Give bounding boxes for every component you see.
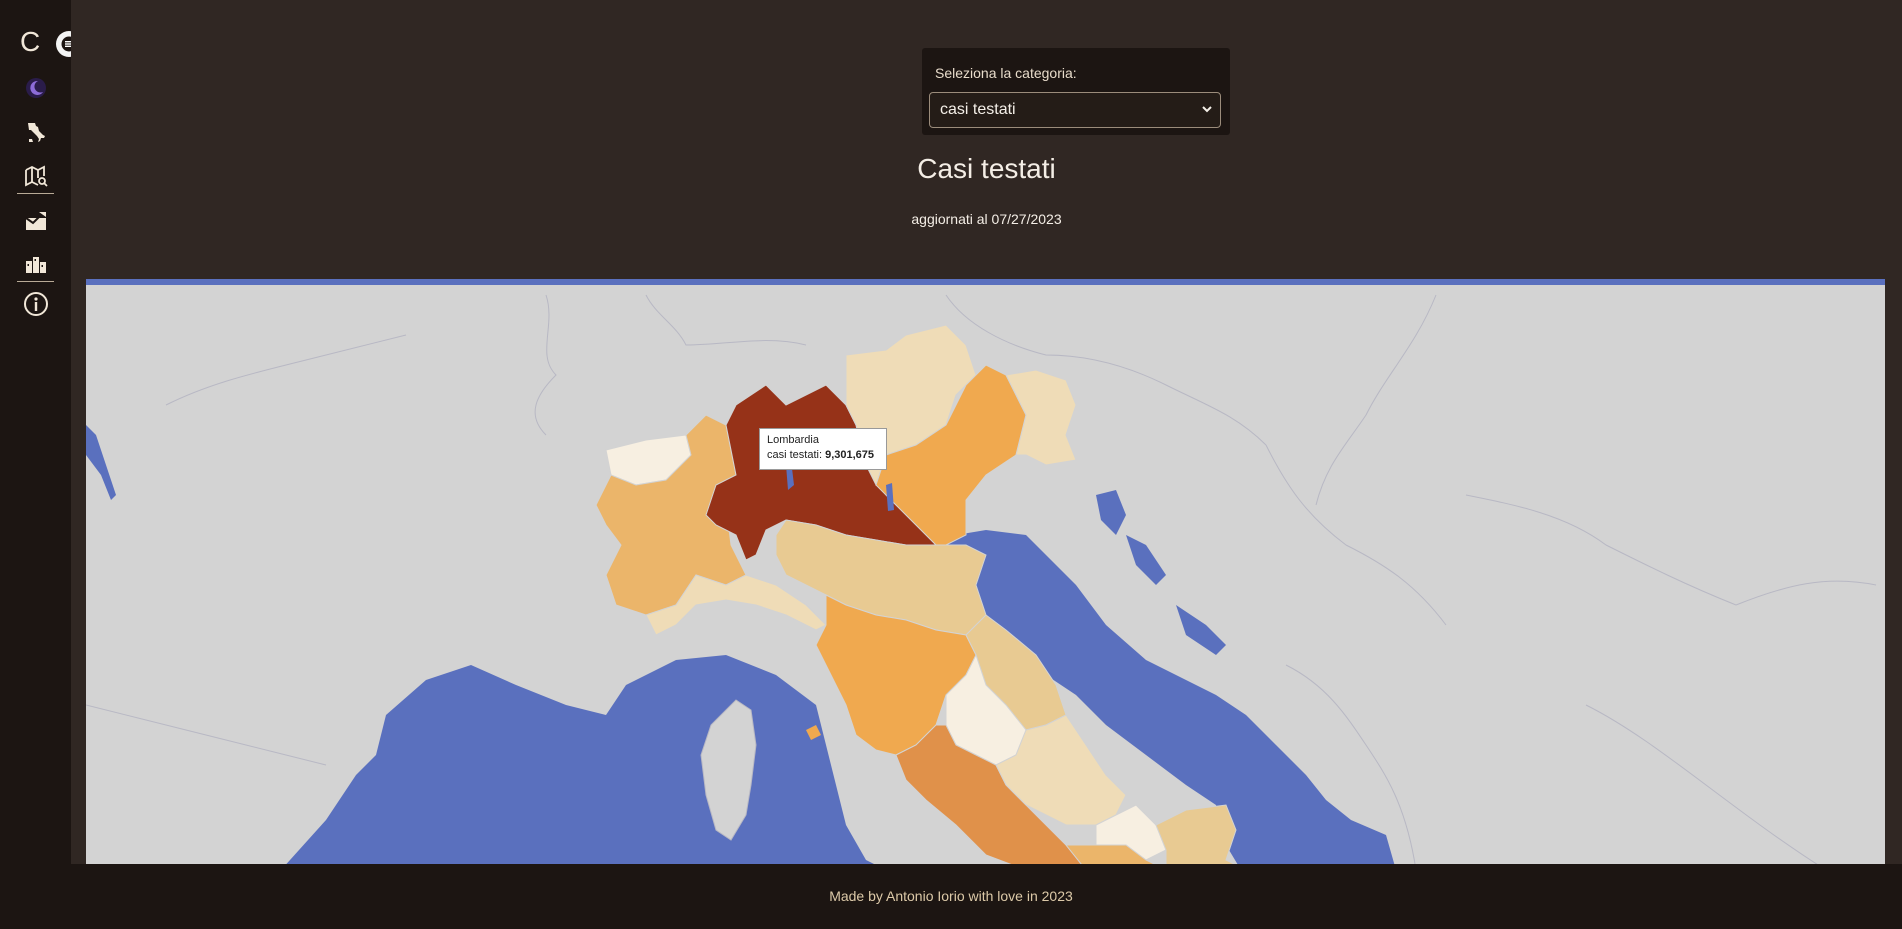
sidebar-item-italy[interactable] [0, 120, 71, 146]
factory-icon [24, 211, 47, 230]
theme-moon-icon [25, 78, 46, 98]
sidebar-item-cities[interactable] [0, 251, 71, 277]
info-icon [23, 292, 48, 316]
footer: Made by Antonio Iorio with love in 2023 [0, 864, 1902, 929]
header-background [71, 0, 1902, 280]
sidebar-item-map[interactable] [0, 163, 71, 189]
map-svg[interactable] [86, 285, 1885, 870]
sidebar-item-provinces[interactable] [0, 208, 71, 234]
category-selector-panel: Seleziona la categoria: casi testati [922, 48, 1230, 135]
footer-text: Made by Antonio Iorio with love in 2023 [829, 888, 1073, 904]
brand-logo[interactable]: C [20, 24, 50, 60]
page-title: Casi testati [917, 153, 1056, 184]
italy-icon [27, 123, 45, 142]
tooltip-metric: casi testati: 9,301,675 [767, 448, 879, 463]
map-search-icon [24, 165, 48, 187]
sidebar: C [0, 0, 82, 864]
sidebar-divider [17, 193, 54, 194]
sidebar-item-info[interactable] [0, 290, 71, 318]
chevron-down-icon [1202, 93, 1212, 140]
category-select-value: casi testati [940, 101, 1016, 118]
category-select[interactable]: casi testati [929, 92, 1221, 128]
category-selector-label: Seleziona la categoria: [935, 65, 1077, 81]
theme-toggle-button[interactable] [0, 76, 71, 100]
tooltip-region-name: Lombardia [767, 434, 819, 446]
tooltip-metric-value: 9,301,675 [825, 449, 875, 461]
city-icon [25, 257, 46, 273]
main-content: Seleziona la categoria: casi testati Cas… [71, 0, 1902, 870]
update-date: aggiornati al 07/27/2023 [911, 211, 1062, 227]
tooltip-metric-label: casi testati: [767, 449, 823, 461]
region-tooltip: Lombardia casi testati: 9,301,675 [759, 428, 887, 470]
choropleth-map[interactable] [86, 279, 1885, 870]
sidebar-divider [17, 281, 54, 282]
